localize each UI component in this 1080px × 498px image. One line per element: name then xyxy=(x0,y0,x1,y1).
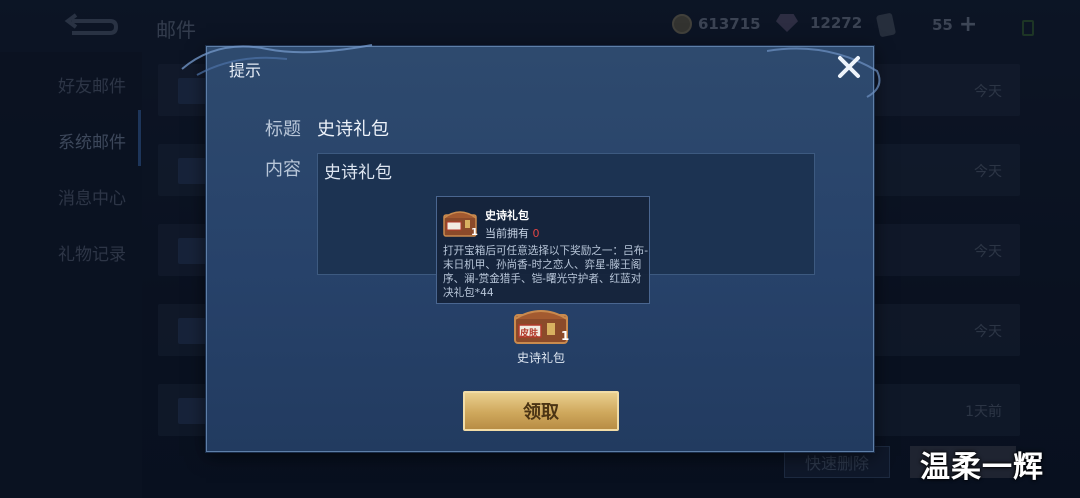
tooltip-owned: 当前拥有 0 xyxy=(485,225,540,241)
sidebar-item-friend-mail[interactable]: 好友邮件 xyxy=(58,72,126,97)
sidebar-active-indicator xyxy=(138,110,141,166)
sidebar: 好友邮件 系统邮件 消息中心 礼物记录 xyxy=(0,52,142,498)
ticket-currency xyxy=(875,12,897,38)
mail-time: 今天 xyxy=(974,164,1002,180)
content-label: 内容 xyxy=(265,159,301,180)
back-button[interactable] xyxy=(64,12,119,42)
tooltip-item-name: 史诗礼包 xyxy=(485,209,529,222)
attachment-count: 1 xyxy=(561,329,570,343)
item-tooltip: 1 史诗礼包 当前拥有 0 打开宝箱后可任意选择以下奖励之一：吕布-末日机甲、孙… xyxy=(436,196,650,304)
mail-time: 1天前 xyxy=(965,404,1002,420)
tooltip-item-count: 1 xyxy=(471,227,478,238)
sidebar-item-system-mail[interactable]: 系统邮件 xyxy=(58,128,126,153)
claim-button[interactable]: 领取 xyxy=(463,391,619,431)
subject-value: 史诗礼包 xyxy=(317,119,389,140)
chest-label: 皮肤 xyxy=(520,329,539,339)
close-button[interactable] xyxy=(833,51,865,83)
diamond-currency: 12272 xyxy=(776,14,862,32)
gold-coin-icon xyxy=(672,14,692,34)
sidebar-item-gift-record[interactable]: 礼物记录 xyxy=(58,240,126,265)
battery-icon xyxy=(1022,20,1034,36)
attachment-name: 史诗礼包 xyxy=(516,351,565,365)
close-icon xyxy=(838,56,860,78)
diamond-icon xyxy=(776,14,798,32)
owned-value: 0 xyxy=(532,227,540,240)
ticket-amount-group: 55 + xyxy=(932,14,977,36)
ticket-amount: 55 xyxy=(932,16,953,34)
mail-time: 今天 xyxy=(974,244,1002,260)
plus-icon[interactable]: + xyxy=(959,14,977,36)
content-text: 史诗礼包 xyxy=(324,163,392,183)
dialog-title: 提示 xyxy=(229,61,262,80)
page-title: 邮件 xyxy=(156,18,196,42)
gold-currency: 613715 xyxy=(672,14,761,34)
sidebar-item-message-center[interactable]: 消息中心 xyxy=(58,184,126,209)
decorative-swirl-icon xyxy=(767,47,881,98)
tooltip-description: 打开宝箱后可任意选择以下奖励之一：吕布-末日机甲、孙尚香-时之恋人、弈星-滕王阁… xyxy=(443,245,649,299)
watermark-text: 温柔一辉 xyxy=(920,450,1044,485)
ticket-card-icon xyxy=(875,12,897,38)
mail-time: 今天 xyxy=(974,84,1002,100)
mail-time: 今天 xyxy=(974,324,1002,340)
back-arrow-icon xyxy=(64,13,119,35)
diamond-amount: 12272 xyxy=(810,14,863,32)
subject-label: 标题 xyxy=(265,119,301,140)
gold-amount: 613715 xyxy=(698,15,761,33)
owned-label: 当前拥有 xyxy=(485,227,529,240)
